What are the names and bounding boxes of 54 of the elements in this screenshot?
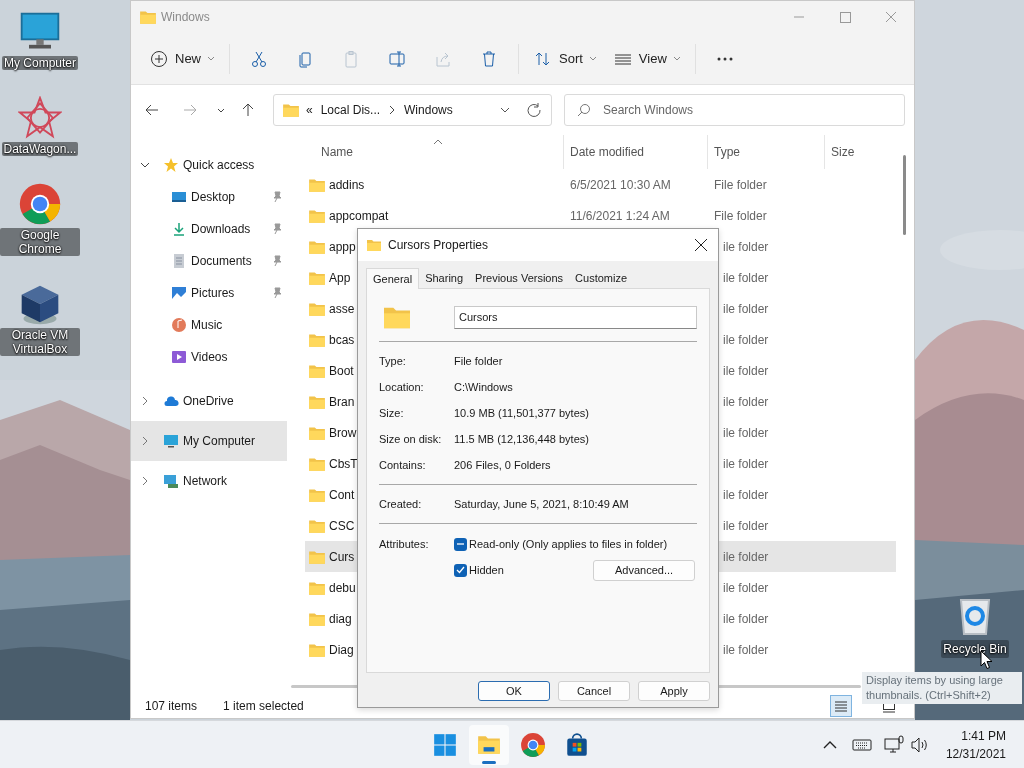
file-name: Brow — [329, 424, 357, 442]
date-modified: 6/5/2021 10:30 AM — [570, 177, 671, 192]
file-type: ile folder — [723, 394, 769, 409]
property-value: C:\Windows — [454, 379, 513, 395]
file-type: ile folder — [723, 487, 769, 502]
property-label: Attributes: — [379, 537, 430, 552]
property-value: 206 Files, 0 Folders — [454, 457, 551, 473]
file-type: ile folder — [723, 642, 769, 657]
file-name: asse — [329, 300, 355, 318]
file-name: Curs — [329, 548, 355, 566]
date: 12/31/2021 — [945, 745, 1006, 763]
file-name: Bran — [329, 393, 355, 411]
file-type: ile folder — [723, 580, 769, 595]
property-value: 10.9 MB (11,501,377 bytes) — [454, 405, 589, 421]
file-name: Boot — [329, 362, 354, 380]
window-title: Windows — [161, 9, 210, 26]
file-type: ile folder — [723, 363, 769, 378]
tooltip: Display items by using large thumbnails. (Ctrl+Shift+2) — [862, 672, 1022, 704]
file-type: ile folder — [723, 425, 769, 440]
file-name: CbsT — [329, 455, 358, 473]
property-value: Saturday, June 5, 2021, 8:10:49 AM — [454, 496, 629, 512]
file-name: Cont — [329, 486, 355, 504]
property-label: Size on disk: — [379, 431, 443, 447]
file-type: ile folder — [723, 239, 769, 254]
file-type: ile folder — [723, 301, 769, 316]
property-label: Type: — [379, 353, 407, 369]
file-name: diag — [329, 610, 352, 628]
file-type: ile folder — [723, 456, 769, 471]
file-type: File folder — [714, 177, 767, 192]
dialog-title: Cursors Properties — [388, 237, 489, 254]
property-label: Created: — [379, 496, 423, 512]
property-label: Contains: — [379, 457, 427, 473]
file-name: bcas — [329, 331, 355, 349]
file-type: ile folder — [723, 332, 769, 347]
file-type: File folder — [714, 208, 767, 223]
date-modified: 11/6/2021 1:24 AM — [570, 208, 670, 223]
file-name: Diag — [329, 641, 354, 659]
file-name: App — [329, 269, 351, 287]
property-label: Location: — [379, 379, 425, 395]
file-name: addins — [329, 176, 365, 194]
time: 1:41 PM — [961, 727, 1006, 745]
file-type: ile folder — [723, 518, 769, 533]
file-type: ile folder — [723, 270, 769, 285]
file-name: debu — [329, 579, 356, 597]
file-type: ile folder — [723, 549, 769, 564]
file-name: appcompat — [329, 207, 389, 225]
property-value: File folder — [454, 353, 503, 369]
file-name: appp — [329, 238, 356, 256]
selection-count: 1 item selected — [223, 698, 304, 715]
property-value: 11.5 MB (12,136,448 bytes) — [454, 431, 589, 447]
file-type: ile folder — [723, 611, 769, 626]
property-label: Size: — [379, 405, 405, 421]
item-count: 107 items — [145, 698, 198, 715]
file-name: CSC — [329, 517, 355, 535]
